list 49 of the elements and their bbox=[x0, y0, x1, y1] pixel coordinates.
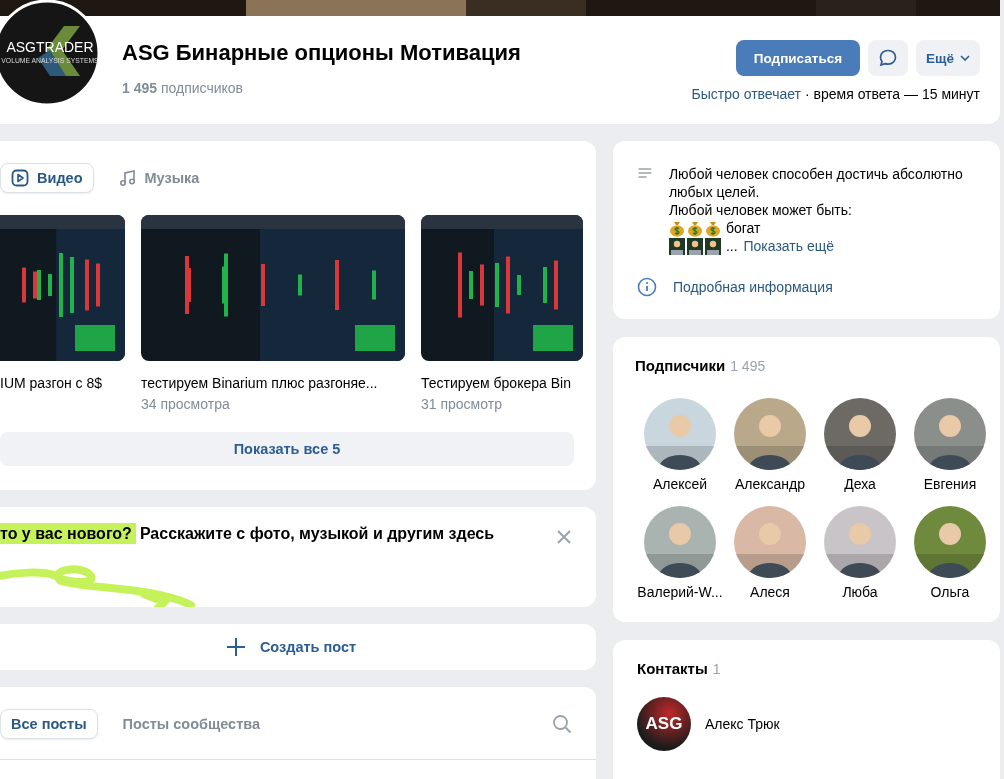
section-title: Подписчики 1 495 bbox=[635, 357, 767, 374]
posts-tab[interactable]: Все посты bbox=[0, 709, 98, 739]
video-title[interactable]: Тестируем брокера Bin bbox=[421, 375, 583, 391]
details-link[interactable]: Подробная информация bbox=[673, 279, 833, 295]
subscriber-name[interactable]: Валерий-W... bbox=[637, 584, 723, 600]
create-post-button[interactable]: Создать пост bbox=[0, 624, 596, 670]
contact-name[interactable]: Алекс Трюк bbox=[705, 716, 780, 732]
description-text: ... bbox=[725, 237, 738, 255]
chat-bubble-icon bbox=[878, 48, 899, 68]
video-views: 34 просмотра bbox=[141, 396, 231, 412]
reply-speed-link[interactable]: Быстро отвечает bbox=[691, 86, 801, 102]
section-title: Контакты 1 bbox=[637, 660, 722, 677]
plus-icon bbox=[225, 637, 246, 657]
contact-avatar[interactable]: ASG bbox=[637, 697, 691, 751]
subscriber-name[interactable]: Алексей bbox=[652, 476, 708, 492]
subscriber-name[interactable]: Ольга bbox=[930, 584, 970, 600]
text-lines-icon bbox=[637, 165, 653, 181]
video-title[interactable]: тестируем Binarium плюс разгоняе... bbox=[141, 375, 405, 391]
subscriber-name[interactable]: Александр bbox=[734, 476, 806, 492]
search-icon[interactable] bbox=[552, 714, 572, 734]
video-icon bbox=[11, 169, 29, 187]
group-title: ASG Бинарные опционы Мотивация bbox=[122, 40, 522, 66]
prompt-text: то у вас нового? Расскажите с фото, музыкой и другим здесь bbox=[0, 525, 496, 546]
media-tab[interactable]: Видео bbox=[0, 163, 94, 193]
subscriber-name[interactable]: Деха bbox=[844, 476, 876, 492]
chevron-down-icon bbox=[960, 55, 970, 61]
show-more-link[interactable]: Показать ещё bbox=[739, 237, 834, 255]
close-icon[interactable] bbox=[556, 529, 572, 545]
music-note-icon bbox=[118, 169, 137, 187]
person-at-laptop-icon bbox=[686, 237, 703, 255]
members-count: 1 495 подписчиков bbox=[122, 80, 245, 96]
person-at-laptop-icon bbox=[704, 237, 721, 255]
video-views: 31 просмотр bbox=[421, 396, 503, 412]
show-all-button[interactable]: Показать все 5 bbox=[0, 432, 574, 466]
description-text: богат bbox=[725, 219, 761, 237]
money-bag-icon bbox=[668, 219, 685, 237]
more-button[interactable]: Ещё bbox=[916, 40, 980, 76]
subscribe-button[interactable]: Подписаться bbox=[735, 40, 861, 76]
subscriber-name[interactable]: Евгения bbox=[923, 476, 977, 492]
subscriber-name[interactable]: Алеся bbox=[750, 584, 790, 600]
subscriber-name[interactable]: Люба bbox=[842, 584, 878, 600]
reply-time: · время ответа — 15 минут bbox=[804, 86, 980, 102]
info-icon bbox=[637, 277, 657, 297]
person-at-laptop-icon bbox=[668, 237, 685, 255]
money-bag-icon bbox=[686, 219, 703, 237]
description-text: Любой человек способен достичь абсолютно любых целей. Любой человек может быть: bbox=[668, 165, 964, 219]
message-button[interactable] bbox=[868, 40, 909, 76]
money-bag-icon bbox=[704, 219, 721, 237]
video-title[interactable]: IUM разгон с 8$ bbox=[0, 375, 125, 391]
